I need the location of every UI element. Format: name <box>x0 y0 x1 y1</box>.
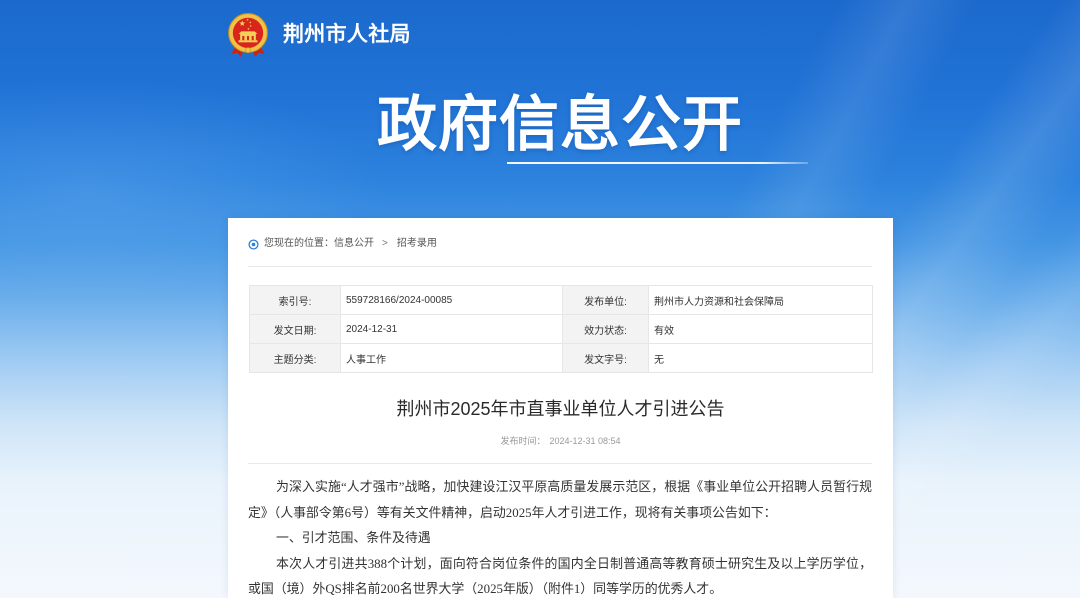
article-body: 为深入实施“人才强市”战略，加快建设江汉平原高质量发展示范区，根据《事业单位公开… <box>248 475 872 598</box>
publisher-value: 荆州市人力资源和社会保障局 <box>648 285 873 315</box>
publish-time-value: 2024-12-31 08:54 <box>549 436 621 446</box>
info-row-index: 索引号: 559728166/2024-00085 发布单位: 荆州市人力资源和… <box>249 285 873 315</box>
banner-title: 政府信息公开 <box>377 91 743 158</box>
content-panel: 您现在的位置： 信息公开 > 招考录用 索引号: 559728166/2024-… <box>228 218 893 598</box>
validity-status-value: 有效 <box>648 314 873 344</box>
breadcrumb-link-recruitment[interactable]: 招考录用 <box>397 236 437 252</box>
site-name[interactable]: 荆州市人社局 <box>283 22 411 48</box>
index-number-label: 索引号: <box>249 285 341 315</box>
document-number-value: 无 <box>648 343 873 373</box>
info-row-category: 主题分类: 人事工作 发文字号: 无 <box>249 343 873 373</box>
document-number-label: 发文字号: <box>562 343 649 373</box>
publish-time-label: 发布时间： <box>500 436 546 446</box>
validity-status-label: 效力状态: <box>562 314 649 344</box>
breadcrumb: 您现在的位置： 信息公开 > 招考录用 <box>248 236 437 252</box>
article-paragraph: 本次人才引进共388个计划，面向符合岗位条件的国内全日制普通高等教育硕士研究生及… <box>248 556 872 597</box>
info-row-date: 发文日期: 2024-12-31 效力状态: 有效 <box>249 314 873 344</box>
info-table: 索引号: 559728166/2024-00085 发布单位: 荆州市人力资源和… <box>249 285 873 373</box>
breadcrumb-divider <box>248 266 872 267</box>
issue-date-value: 2024-12-31 <box>340 314 563 344</box>
issue-date-label: 发文日期: <box>249 314 341 344</box>
publisher-label: 发布单位: <box>562 285 649 315</box>
publish-time: 发布时间： 2024-12-31 08:54 <box>228 434 893 448</box>
index-number-value: 559728166/2024-00085 <box>340 285 563 315</box>
breadcrumb-prefix: 您现在的位置： <box>264 238 334 249</box>
article-section-heading: 一、引才范围、条件及待遇 <box>276 531 431 545</box>
breadcrumb-separator: > <box>382 238 388 249</box>
article-title: 荆州市2025年市直事业单位人才引进公告 <box>396 399 725 419</box>
banner-underline <box>507 162 808 164</box>
article-paragraph: 为深入实施“人才强市”战略，加快建设江汉平原高质量发展示范区，根据《事业单位公开… <box>248 480 872 520</box>
topic-category-label: 主题分类: <box>249 343 341 373</box>
article-divider <box>248 463 872 464</box>
national-emblem-icon <box>228 13 268 57</box>
breadcrumb-link-info-disclosure[interactable]: 信息公开 <box>334 236 374 252</box>
location-pin-icon <box>248 238 259 250</box>
topic-category-value: 人事工作 <box>340 343 563 373</box>
